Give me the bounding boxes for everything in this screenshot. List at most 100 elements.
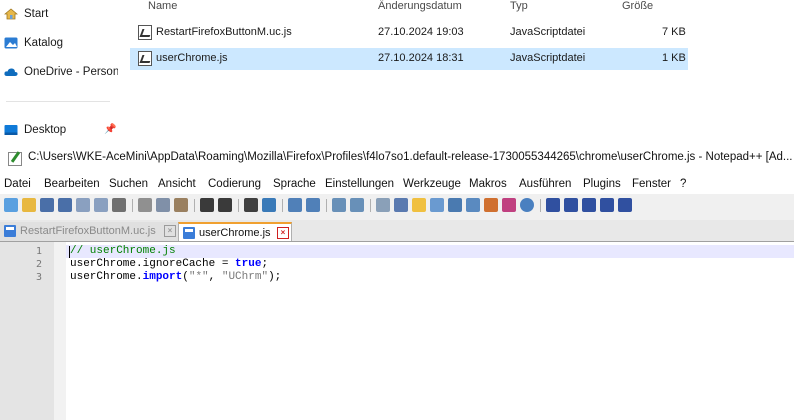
menu-codierung[interactable]: Codierung: [208, 178, 261, 190]
menu-einstellungen[interactable]: Einstellungen: [325, 178, 394, 190]
file-size: 1 KB: [662, 52, 686, 64]
document-tab-bar: RestartFirefoxButtonM.uc.js × userChrome…: [0, 220, 794, 242]
code-line-1: // userChrome.js: [70, 245, 176, 257]
save-all-icon[interactable]: [58, 198, 72, 212]
save-macro-icon[interactable]: [618, 198, 632, 212]
cut-icon[interactable]: [138, 198, 152, 212]
text-caret: [69, 246, 70, 258]
close-all-icon[interactable]: [94, 198, 108, 212]
show-all-characters-icon[interactable]: [394, 198, 408, 212]
paste-icon[interactable]: [174, 198, 188, 212]
toolbar-separator: [540, 199, 541, 212]
nav-item-desktop[interactable]: Desktop: [4, 120, 66, 140]
menu-plugins[interactable]: Plugins: [583, 178, 621, 190]
run-macro-multiple-icon[interactable]: [600, 198, 614, 212]
home-icon: [4, 8, 18, 20]
save-icon[interactable]: [40, 198, 54, 212]
zoom-in-icon[interactable]: [288, 198, 302, 212]
print-icon[interactable]: [112, 198, 126, 212]
toolbar: [0, 194, 794, 218]
code-comment: // userChrome.js: [70, 245, 176, 257]
menu-makros[interactable]: Makros: [469, 178, 507, 190]
desktop-icon: [4, 125, 18, 135]
close-file-icon[interactable]: [76, 198, 90, 212]
nav-label-start: Start: [24, 8, 49, 20]
zoom-out-icon[interactable]: [306, 198, 320, 212]
code-text: );: [268, 271, 282, 283]
gallery-icon: [4, 37, 18, 49]
word-wrap-icon[interactable]: [376, 198, 390, 212]
undo-icon[interactable]: [200, 198, 214, 212]
notepad-app-icon: [8, 152, 22, 166]
file-size: 7 KB: [662, 26, 686, 38]
menu-help[interactable]: ?: [680, 178, 686, 190]
code-text: (: [182, 271, 189, 283]
file-explorer-window: Start Katalog OneDrive - Persona Desktop…: [0, 0, 794, 142]
column-header-type[interactable]: Typ: [510, 0, 528, 12]
code-text: ,: [208, 271, 222, 283]
menu-datei[interactable]: Datei: [4, 178, 31, 190]
file-row-selected[interactable]: userChrome.js 27.10.2024 18:31 JavaScrip…: [130, 48, 688, 70]
code-string: "UChrm": [221, 271, 269, 283]
sync-horizontal-icon[interactable]: [350, 198, 364, 212]
menu-suchen[interactable]: Suchen: [109, 178, 148, 190]
toolbar-separator: [132, 199, 133, 212]
nav-divider: [6, 101, 110, 102]
menu-ansicht[interactable]: Ansicht: [158, 178, 196, 190]
record-macro-icon[interactable]: [520, 198, 534, 212]
function-list-icon[interactable]: [466, 198, 480, 212]
file-list: Name Änderungsdatum Typ Größe RestartFir…: [118, 0, 794, 142]
close-tab-icon[interactable]: ×: [277, 227, 289, 239]
indent-guide-icon[interactable]: [412, 198, 426, 212]
file-row[interactable]: RestartFirefoxButtonM.uc.js 27.10.2024 1…: [130, 22, 688, 44]
replace-icon[interactable]: [262, 198, 276, 212]
monitoring-icon[interactable]: [502, 198, 516, 212]
close-tab-icon[interactable]: ×: [164, 225, 176, 237]
toolbar-separator: [238, 199, 239, 212]
nav-label-katalog: Katalog: [24, 37, 64, 49]
new-file-icon[interactable]: [4, 198, 18, 212]
code-line-2: userChrome.ignoreCache = true;: [70, 258, 268, 270]
line-number-gutter: 1 2 3: [0, 242, 54, 420]
find-icon[interactable]: [244, 198, 258, 212]
tab-userchrome[interactable]: userChrome.js ×: [178, 222, 292, 241]
fold-margin[interactable]: [54, 242, 66, 420]
pin-icon[interactable]: 📌: [104, 124, 116, 135]
file-name: userChrome.js: [156, 52, 228, 64]
column-header-date[interactable]: Änderungsdatum: [378, 0, 462, 12]
column-header-size[interactable]: Größe: [622, 0, 653, 12]
file-name: RestartFirefoxButtonM.uc.js: [156, 26, 292, 38]
playback-icon[interactable]: [582, 198, 596, 212]
menu-bearbeiten[interactable]: Bearbeiten: [44, 178, 100, 190]
file-date: 27.10.2024 18:31: [378, 52, 464, 64]
line-number: 1: [35, 246, 42, 257]
menu-fenster[interactable]: Fenster: [632, 178, 671, 190]
notepad-plus-plus-window: C:\Users\WKE-AceMini\AppData\Roaming\Moz…: [0, 142, 794, 420]
window-title: C:\Users\WKE-AceMini\AppData\Roaming\Moz…: [28, 151, 793, 163]
menu-werkzeuge[interactable]: Werkzeuge: [403, 178, 461, 190]
column-header-name[interactable]: Name: [148, 0, 177, 12]
menu-ausfuehren[interactable]: Ausführen: [519, 178, 571, 190]
code-string: "*": [188, 271, 209, 283]
code-keyword: true: [235, 258, 262, 270]
title-bar[interactable]: C:\Users\WKE-AceMini\AppData\Roaming\Moz…: [0, 142, 794, 174]
nav-item-start[interactable]: Start: [4, 4, 48, 24]
open-folder-icon[interactable]: [22, 198, 36, 212]
start-recording-icon[interactable]: [546, 198, 560, 212]
copy-icon[interactable]: [156, 198, 170, 212]
toolbar-separator: [326, 199, 327, 212]
udl-icon[interactable]: [430, 198, 444, 212]
nav-item-onedrive[interactable]: OneDrive - Persona: [4, 62, 126, 82]
tab-label: RestartFirefoxButtonM.uc.js: [20, 225, 156, 237]
nav-label-onedrive: OneDrive - Persona: [24, 66, 126, 78]
sync-vertical-icon[interactable]: [332, 198, 346, 212]
tab-restartfirefoxbuttonm[interactable]: RestartFirefoxButtonM.uc.js ×: [0, 222, 178, 241]
line-number: 3: [35, 272, 42, 283]
redo-icon[interactable]: [218, 198, 232, 212]
folder-as-workspace-icon[interactable]: [484, 198, 498, 212]
menu-sprache[interactable]: Sprache: [273, 178, 316, 190]
stop-recording-icon[interactable]: [564, 198, 578, 212]
document-map-icon[interactable]: [448, 198, 462, 212]
code-editor[interactable]: 1 2 3 // userChrome.js userChrome.ignore…: [0, 242, 794, 420]
nav-item-katalog[interactable]: Katalog: [4, 33, 63, 53]
